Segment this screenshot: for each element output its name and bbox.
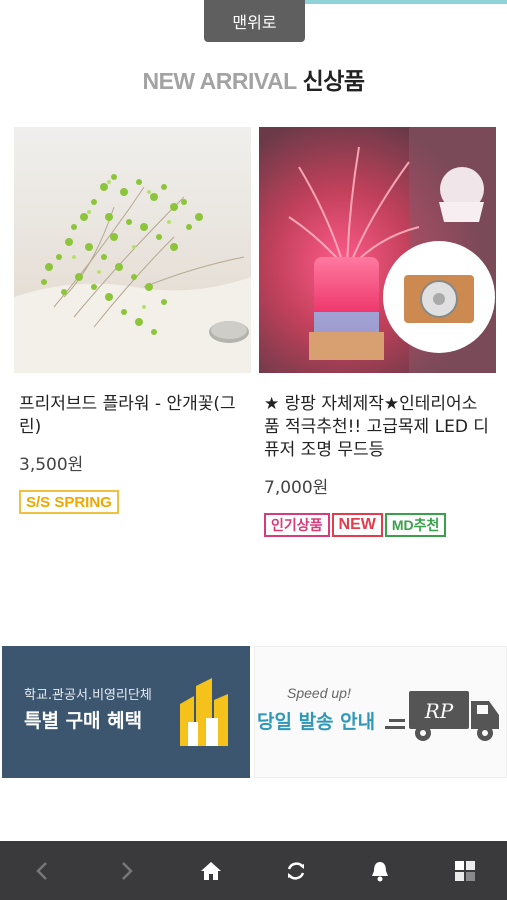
scroll-to-top-button[interactable]: 맨위로 xyxy=(204,0,305,42)
same-day-shipping-banner[interactable]: Speed up! 당일 발송 안내 RP xyxy=(254,646,507,778)
special-purchase-banner[interactable]: 학교.관공서.비영리단체 특별 구매 혜택 xyxy=(2,646,250,778)
product-image[interactable] xyxy=(14,127,251,373)
product-card[interactable]: ★ 랑팡 자체제작★인테리어소품 적극추천!! 고급목제 LED 디퓨저 조명 … xyxy=(259,127,496,537)
product-card[interactable]: 프리저브드 플라워 - 안개꽃(그린) 3,500원 S/S SPRING xyxy=(14,127,251,514)
section-title: NEW ARRIVAL 신상품 xyxy=(0,62,507,96)
grid-icon[interactable] xyxy=(440,846,490,896)
banner-subtitle: Speed up! xyxy=(287,685,351,701)
product-price: 3,500원 xyxy=(19,455,84,475)
product-badges: S/S SPRING xyxy=(14,490,251,514)
delivery-truck-icon: RP xyxy=(385,691,499,741)
home-icon[interactable] xyxy=(186,846,236,896)
top-accent-strip xyxy=(305,0,507,4)
badge-new: NEW xyxy=(331,513,383,537)
product-name[interactable]: 프리저브드 플라워 - 안개꽃(그린) xyxy=(14,393,251,439)
forward-icon[interactable] xyxy=(102,846,152,896)
back-icon[interactable] xyxy=(17,846,67,896)
refresh-icon[interactable] xyxy=(271,846,321,896)
bell-icon[interactable] xyxy=(355,846,405,896)
product-name[interactable]: ★ 랑팡 자체제작★인테리어소품 적극추천!! 고급목제 LED 디퓨저 조명 … xyxy=(259,393,496,462)
banner-title: 특별 구매 혜택 xyxy=(24,710,143,732)
banner-title: 당일 발송 안내 xyxy=(257,711,376,733)
buildings-icon xyxy=(180,678,228,746)
section-title-ko: 신상품 xyxy=(302,68,365,94)
badge-md-pick: MD추천 xyxy=(384,513,447,537)
section-title-en: NEW ARRIVAL xyxy=(142,68,297,94)
badge-spring: S/S SPRING xyxy=(19,490,119,514)
truck-logo: RP xyxy=(424,699,454,723)
product-image[interactable] xyxy=(259,127,496,373)
product-badges: 인기상품 NEW MD추천 xyxy=(259,513,496,537)
product-price: 7,000원 xyxy=(264,478,329,498)
banner-subtitle: 학교.관공서.비영리단체 xyxy=(24,688,152,703)
badge-popular: 인기상품 xyxy=(264,513,330,537)
bottom-navigation-bar xyxy=(0,841,507,900)
